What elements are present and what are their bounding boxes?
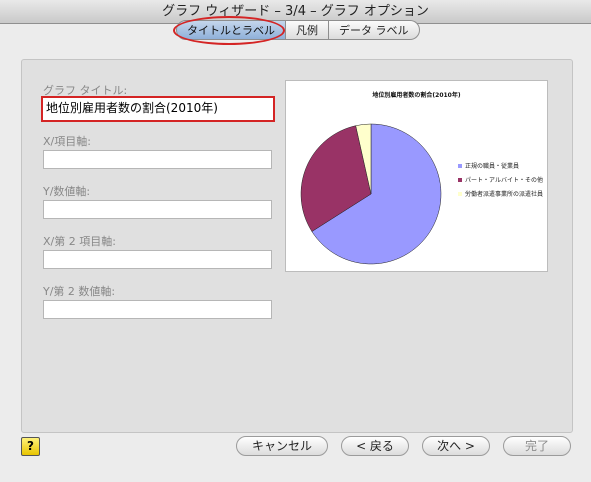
chart-title-input[interactable]: 地位別雇用者数の割合(2010年) <box>41 96 275 122</box>
x-axis-input[interactable] <box>43 150 272 169</box>
next-button[interactable]: 次へ > <box>422 436 490 456</box>
legend-item-1: 正規の職員・従業員 <box>458 163 546 170</box>
y-axis-label: Y/数値軸: <box>43 185 91 198</box>
x-axis-label: X/項目軸: <box>43 135 91 148</box>
tab-legend[interactable]: 凡例 <box>286 20 329 40</box>
legend-item-2: パート・アルバイト・その他 <box>458 177 546 184</box>
tab-bar: タイトルとラベル 凡例 データ ラベル <box>176 20 420 42</box>
y2-axis-label: Y/第 2 数値軸: <box>43 285 116 298</box>
legend-swatch <box>458 178 462 182</box>
tab-titles-and-labels[interactable]: タイトルとラベル <box>176 20 286 40</box>
y2-axis-input[interactable] <box>43 300 272 319</box>
y-axis-input[interactable] <box>43 200 272 219</box>
legend-swatch <box>458 192 462 196</box>
x2-axis-input[interactable] <box>43 250 272 269</box>
legend-label: 労働者派遣事業所の派遣社員 <box>465 191 544 198</box>
cancel-button[interactable]: キャンセル <box>236 436 328 456</box>
legend-label: パート・アルバイト・その他 <box>465 177 543 184</box>
chart-legend: 正規の職員・従業員パート・アルバイト・その他 労働者派遣事業所の派遣社員 <box>458 163 546 205</box>
legend-item-3: 労働者派遣事業所の派遣社員 <box>458 191 546 198</box>
legend-label: 正規の職員・従業員 <box>465 163 520 170</box>
chart-preview: 地位別雇用者数の割合(2010年) 正規の職員・従業員 パート・アルバイト・その他… <box>285 80 548 272</box>
back-button[interactable]: < 戻る <box>341 436 409 456</box>
x2-axis-label: X/第 2 項目軸: <box>43 235 116 248</box>
help-button[interactable]: ? <box>21 437 40 456</box>
tab-data-labels[interactable]: データ ラベル <box>329 20 420 40</box>
finish-button[interactable]: 完了 <box>503 436 571 456</box>
legend-swatch <box>458 164 462 168</box>
